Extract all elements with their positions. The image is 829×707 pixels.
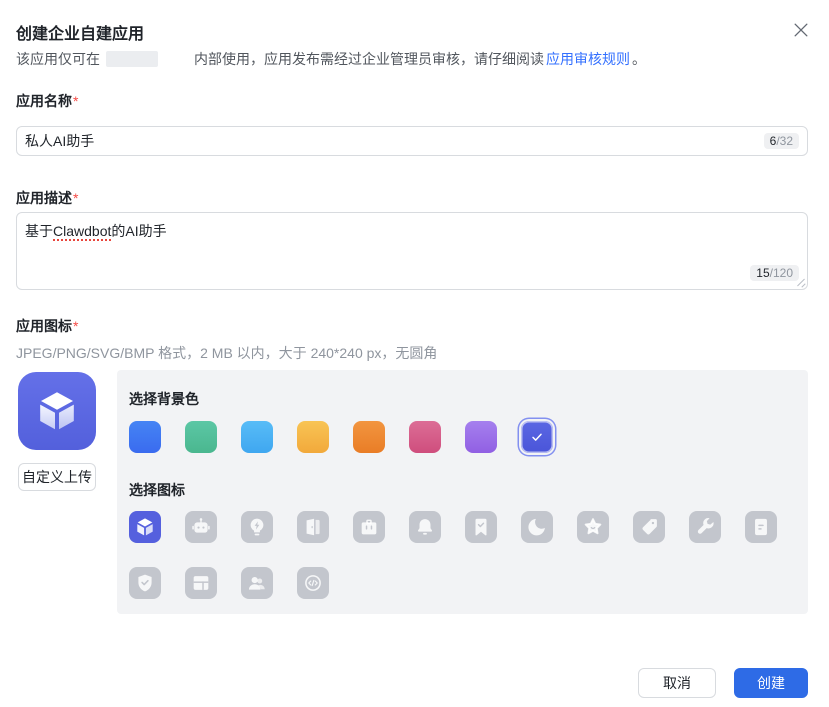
app-name-label: 应用名称* bbox=[16, 93, 79, 109]
star-icon bbox=[582, 516, 604, 538]
icon-tile-robot[interactable] bbox=[185, 511, 217, 543]
color-swatch-indigo[interactable] bbox=[521, 421, 553, 453]
shield-check-icon bbox=[134, 572, 156, 594]
door-icon bbox=[302, 516, 324, 538]
icon-tile-door[interactable] bbox=[297, 511, 329, 543]
dialog-title: 创建企业自建应用 bbox=[16, 26, 145, 43]
wrench-icon bbox=[694, 516, 716, 538]
icon-tile-code[interactable] bbox=[297, 567, 329, 599]
icon-tile-star[interactable] bbox=[577, 511, 609, 543]
color-swatch-orange[interactable] bbox=[353, 421, 385, 453]
cancel-button[interactable]: 取消 bbox=[638, 668, 716, 698]
dialog-subtitle: 该应用仅可在 内部使用，应用发布需经过企业管理员审核，请仔细阅读 应用审核规则。 bbox=[16, 49, 646, 69]
code-icon bbox=[302, 572, 324, 594]
redacted-org-name bbox=[106, 51, 158, 67]
icon-tile-users[interactable] bbox=[241, 567, 273, 599]
icon-options bbox=[129, 511, 789, 599]
review-rules-link[interactable]: 应用审核规则 bbox=[546, 51, 630, 67]
icon-tile-wrench[interactable] bbox=[689, 511, 721, 543]
char-counter: 6/32 bbox=[763, 133, 799, 149]
bg-color-section-title: 选择背景色 bbox=[129, 391, 199, 407]
document-icon bbox=[750, 516, 772, 538]
required-asterisk: * bbox=[73, 93, 79, 109]
required-asterisk: * bbox=[73, 318, 79, 334]
app-name-value: 私人AI助手 bbox=[25, 133, 95, 149]
create-app-dialog: 创建企业自建应用 该应用仅可在 内部使用，应用发布需经过企业管理员审核，请仔细阅读… bbox=[0, 0, 829, 707]
bookmark-check-icon bbox=[470, 516, 492, 538]
app-desc-textarea[interactable]: 基于Clawdbot的AI助手 15/120 bbox=[16, 212, 808, 290]
bulb-icon bbox=[246, 516, 268, 538]
layout-icon bbox=[190, 572, 212, 594]
color-swatch-green[interactable] bbox=[185, 421, 217, 453]
background-color-options bbox=[129, 421, 553, 453]
spellcheck-word: Clawdbot bbox=[53, 223, 112, 239]
char-counter: 15/120 bbox=[750, 265, 799, 281]
color-swatch-sky[interactable] bbox=[241, 421, 273, 453]
app-icon-preview bbox=[18, 372, 96, 450]
icon-tile-document[interactable] bbox=[745, 511, 777, 543]
app-name-input[interactable]: 私人AI助手 6/32 bbox=[16, 126, 808, 156]
icon-tile-bell[interactable] bbox=[409, 511, 441, 543]
color-swatch-purple[interactable] bbox=[465, 421, 497, 453]
icon-tile-moon[interactable] bbox=[521, 511, 553, 543]
resize-handle-icon[interactable] bbox=[796, 278, 806, 288]
icon-tile-shield-check[interactable] bbox=[129, 567, 161, 599]
subtitle-suffix: 内部使用，应用发布需经过企业管理员审核，请仔细阅读 bbox=[194, 51, 544, 67]
subtitle-period: 。 bbox=[632, 51, 646, 67]
icon-picker-panel: 选择背景色 选择图标 bbox=[117, 370, 808, 614]
icon-tile-bulb[interactable] bbox=[241, 511, 273, 543]
users-icon bbox=[246, 572, 268, 594]
subtitle-prefix: 该应用仅可在 bbox=[16, 51, 100, 67]
cube-icon bbox=[134, 516, 156, 538]
icon-tile-layout[interactable] bbox=[185, 567, 217, 599]
close-icon bbox=[794, 23, 808, 37]
tag-icon bbox=[638, 516, 660, 538]
color-swatch-amber[interactable] bbox=[297, 421, 329, 453]
moon-icon bbox=[526, 516, 548, 538]
color-swatch-blue[interactable] bbox=[129, 421, 161, 453]
check-icon bbox=[532, 433, 542, 441]
app-icon-label: 应用图标* bbox=[16, 318, 79, 334]
app-desc-label: 应用描述* bbox=[16, 190, 79, 206]
create-button[interactable]: 创建 bbox=[734, 668, 808, 698]
cube-icon bbox=[40, 392, 74, 430]
app-desc-value: 基于Clawdbot的AI助手 bbox=[25, 223, 167, 239]
icon-tile-briefcase[interactable] bbox=[353, 511, 385, 543]
icon-format-hint: JPEG/PNG/SVG/BMP 格式，2 MB 以内，大于 240*240 p… bbox=[16, 345, 438, 361]
icon-tile-tag[interactable] bbox=[633, 511, 665, 543]
icon-section-title: 选择图标 bbox=[129, 482, 185, 498]
custom-upload-button[interactable]: 自定义上传 bbox=[18, 463, 96, 491]
color-swatch-rose[interactable] bbox=[409, 421, 441, 453]
robot-icon bbox=[190, 516, 212, 538]
bell-icon bbox=[414, 516, 436, 538]
required-asterisk: * bbox=[73, 190, 79, 206]
icon-tile-bookmark-check[interactable] bbox=[465, 511, 497, 543]
briefcase-icon bbox=[358, 516, 380, 538]
icon-tile-cube[interactable] bbox=[129, 511, 161, 543]
close-button[interactable] bbox=[789, 18, 813, 42]
